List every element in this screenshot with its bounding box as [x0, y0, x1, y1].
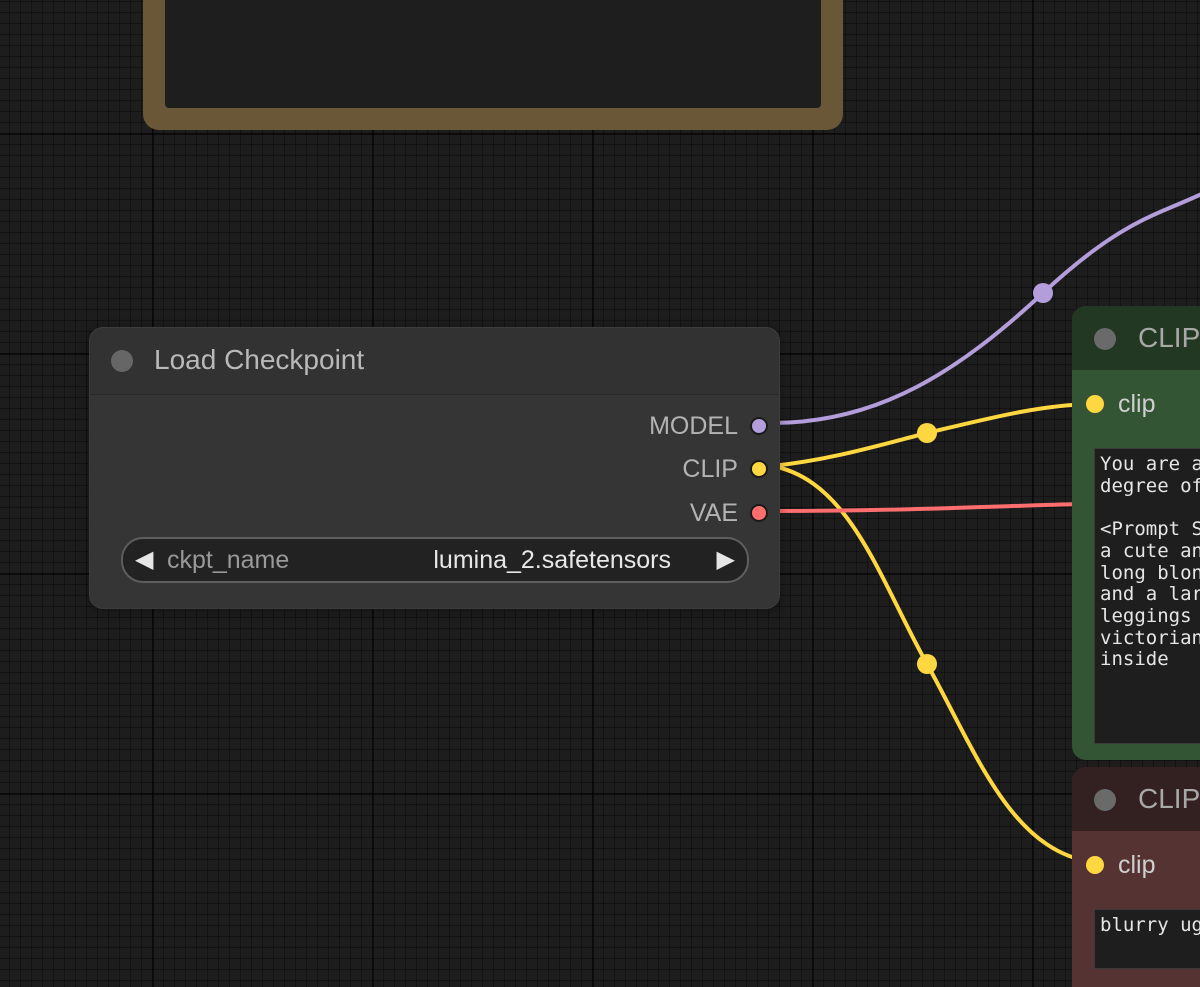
input-slot-clip[interactable]: clip — [1086, 387, 1156, 421]
node-header[interactable]: CLIP — [1072, 306, 1200, 370]
output-label-model: MODEL — [649, 411, 738, 440]
triangle-right-icon[interactable]: ▶ — [717, 541, 735, 579]
input-dot-clip-icon[interactable] — [1086, 395, 1104, 413]
output-slot-model[interactable]: MODEL — [649, 409, 768, 443]
output-dot-model-icon[interactable] — [750, 417, 768, 435]
output-label-clip: CLIP — [682, 454, 738, 483]
clip-text-encode-negative-node[interactable]: CLIP clip blurry ug — [1072, 767, 1200, 987]
triangle-left-icon[interactable]: ◀ — [135, 541, 153, 579]
collapse-dot-icon[interactable] — [1094, 328, 1116, 350]
load-checkpoint-node[interactable]: Load Checkpoint MODEL CLIP VAE ◀ ckpt_na… — [89, 327, 780, 609]
link-clip-negative-midpoint[interactable] — [917, 654, 937, 674]
prompt-textarea[interactable]: You are ar degree of <Prompt St a cute a… — [1094, 448, 1200, 744]
node-title: CLIP — [1138, 322, 1200, 353]
output-slot-clip[interactable]: CLIP — [682, 452, 768, 486]
node-title: Load Checkpoint — [154, 344, 365, 375]
input-dot-clip-icon[interactable] — [1086, 856, 1104, 874]
link-model-midpoint[interactable] — [1033, 283, 1053, 303]
output-label-vae: VAE — [689, 498, 738, 527]
input-slot-clip[interactable]: clip — [1086, 848, 1156, 882]
graph-canvas[interactable]: Load Checkpoint MODEL CLIP VAE ◀ ckpt_na… — [0, 0, 1200, 987]
collapse-dot-icon[interactable] — [1094, 789, 1116, 811]
node-header[interactable]: Load Checkpoint — [90, 328, 779, 395]
output-dot-vae-icon[interactable] — [750, 504, 768, 522]
clip-text-encode-positive-node[interactable]: CLIP clip You are ar degree of <Prompt S… — [1072, 306, 1200, 760]
output-slot-vae[interactable]: VAE — [690, 496, 768, 530]
prompt-textarea[interactable]: blurry ug — [1094, 909, 1200, 969]
ckpt-name-combo[interactable]: ◀ ckpt_name lumina_2.safetensors ▶ — [121, 537, 749, 583]
combo-value[interactable]: lumina_2.safetensors — [433, 539, 671, 581]
input-label-clip: clip — [1118, 389, 1156, 418]
link-vae — [771, 502, 1081, 513]
node-header[interactable]: CLIP — [1072, 767, 1200, 831]
link-clip-positive-midpoint[interactable] — [917, 423, 937, 443]
output-dot-clip-icon[interactable] — [750, 460, 768, 478]
input-label-clip: clip — [1118, 850, 1156, 879]
node-title: CLIP — [1138, 783, 1200, 814]
combo-label: ckpt_name — [167, 546, 290, 574]
collapse-dot-icon[interactable] — [111, 350, 133, 372]
